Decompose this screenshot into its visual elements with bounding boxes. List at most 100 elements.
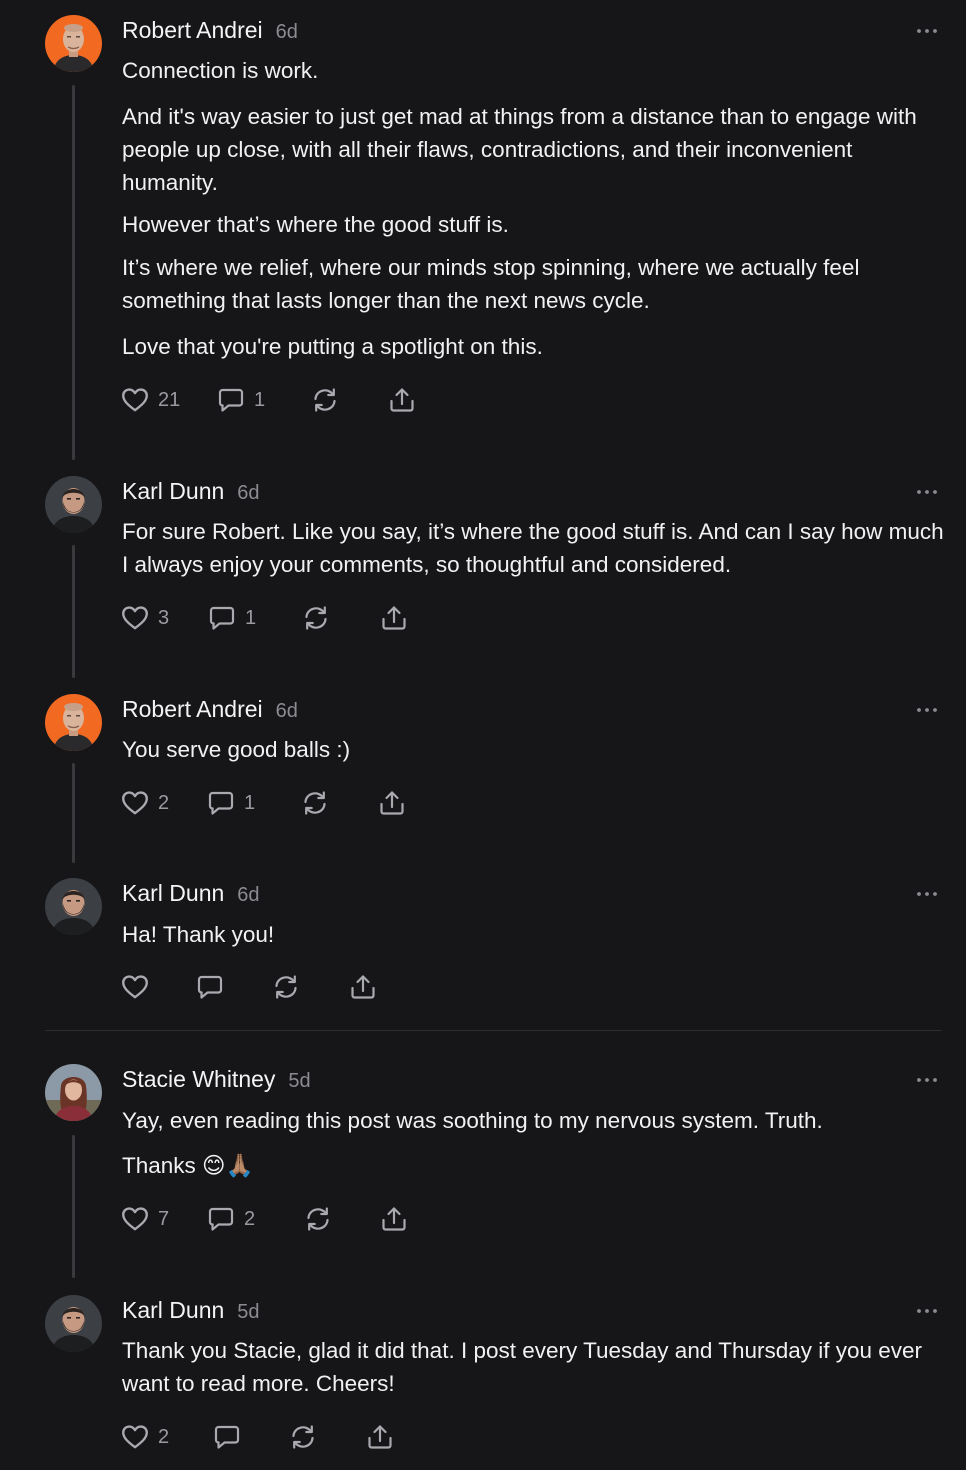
restack-button[interactable] xyxy=(300,786,330,820)
like-button[interactable]: 2 xyxy=(120,1420,169,1454)
thread-line xyxy=(72,545,75,678)
like-button[interactable]: 7 xyxy=(120,1202,169,1236)
heart-icon xyxy=(120,972,150,1002)
heart-icon xyxy=(120,1204,150,1234)
reply-count: 2 xyxy=(244,1207,256,1230)
more-options-ellipsis-icon[interactable] xyxy=(916,1075,938,1085)
comment-paragraph: Yay, even reading this post was soothing… xyxy=(122,1108,823,1133)
heart-icon xyxy=(120,1422,150,1452)
restack-button[interactable] xyxy=(310,383,340,417)
share-button[interactable] xyxy=(365,1420,395,1454)
author-name[interactable]: Karl Dunn xyxy=(122,880,224,906)
comment-paragraph: Love that you're putting a spotlight on … xyxy=(122,334,543,359)
share-upload-icon xyxy=(365,1422,395,1452)
author-name[interactable]: Robert Andrei xyxy=(122,17,263,43)
more-options-ellipsis-icon[interactable] xyxy=(916,1306,938,1316)
comment-header: Stacie Whitney 5d xyxy=(122,1066,311,1093)
like-count: 2 xyxy=(158,791,170,814)
thread-line xyxy=(72,85,75,460)
comment-paragraph: Connection is work. xyxy=(122,58,319,83)
like-button[interactable]: 3 xyxy=(120,601,169,635)
share-upload-icon xyxy=(377,788,407,818)
author-name[interactable]: Karl Dunn xyxy=(122,1297,224,1323)
more-options-ellipsis-icon[interactable] xyxy=(916,487,938,497)
share-upload-icon xyxy=(387,385,417,415)
share-button[interactable] xyxy=(387,383,417,417)
comment-paragraph: However that’s where the good stuff is. xyxy=(122,212,509,237)
speech-bubble-icon xyxy=(206,1204,236,1234)
author-name[interactable]: Karl Dunn xyxy=(122,478,224,504)
like-count: 2 xyxy=(158,1425,170,1448)
comment-paragraph: Ha! Thank you! xyxy=(122,922,275,947)
restack-arrows-icon xyxy=(303,1204,333,1234)
author-name[interactable]: Robert Andrei xyxy=(122,696,263,722)
comment-header: Robert Andrei 6d xyxy=(122,696,298,723)
share-upload-icon xyxy=(348,972,378,1002)
share-button[interactable] xyxy=(377,786,407,820)
like-button[interactable] xyxy=(120,970,150,1004)
restack-arrows-icon xyxy=(300,788,330,818)
like-button[interactable]: 2 xyxy=(120,786,169,820)
more-options-ellipsis-icon[interactable] xyxy=(916,705,938,715)
restack-button[interactable] xyxy=(301,601,331,635)
restack-arrows-icon xyxy=(288,1422,318,1452)
comment-header: Karl Dunn 6d xyxy=(122,880,260,907)
like-button[interactable]: 21 xyxy=(120,383,180,417)
thread-line xyxy=(72,1135,75,1278)
avatar[interactable] xyxy=(45,694,102,751)
like-count: 21 xyxy=(158,388,181,411)
avatar[interactable] xyxy=(45,1064,102,1121)
reply-count: 1 xyxy=(245,606,257,629)
speech-bubble-icon xyxy=(216,385,246,415)
avatar[interactable] xyxy=(45,1295,102,1352)
restack-arrows-icon xyxy=(271,972,301,1002)
restack-button[interactable] xyxy=(271,970,301,1004)
timestamp[interactable]: 6d xyxy=(237,482,259,504)
avatar[interactable] xyxy=(45,15,102,72)
reply-button[interactable] xyxy=(195,970,225,1004)
timestamp[interactable]: 6d xyxy=(276,21,298,43)
reply-button[interactable]: 1 xyxy=(206,786,255,820)
thread-divider xyxy=(45,1030,942,1031)
share-button[interactable] xyxy=(348,970,378,1004)
avatar[interactable] xyxy=(45,476,102,533)
reply-count: 1 xyxy=(254,388,266,411)
like-count: 3 xyxy=(158,606,170,629)
timestamp[interactable]: 5d xyxy=(288,1070,310,1092)
speech-bubble-icon xyxy=(212,1422,242,1452)
comment-header: Karl Dunn 6d xyxy=(122,478,260,505)
like-count: 7 xyxy=(158,1207,170,1230)
comment-header: Robert Andrei 6d xyxy=(122,17,298,44)
timestamp[interactable]: 6d xyxy=(276,700,298,722)
speech-bubble-icon xyxy=(195,972,225,1002)
more-options-ellipsis-icon[interactable] xyxy=(916,26,938,36)
thread-line xyxy=(72,763,75,863)
restack-button[interactable] xyxy=(288,1420,318,1454)
share-upload-icon xyxy=(379,1204,409,1234)
comment-paragraph: For sure Robert. Like you say, it’s wher… xyxy=(122,519,944,577)
share-upload-icon xyxy=(379,603,409,633)
restack-arrows-icon xyxy=(310,385,340,415)
comment-paragraph: You serve good balls :) xyxy=(122,737,351,762)
reply-button[interactable]: 1 xyxy=(216,383,265,417)
more-options-ellipsis-icon[interactable] xyxy=(916,889,938,899)
timestamp[interactable]: 5d xyxy=(237,1301,259,1323)
reply-button[interactable]: 1 xyxy=(207,601,256,635)
comment-paragraph: It’s where we relief, where our minds st… xyxy=(122,255,860,313)
speech-bubble-icon xyxy=(207,603,237,633)
comment-paragraph: Thank you Stacie, glad it did that. I po… xyxy=(122,1338,923,1396)
reply-count: 1 xyxy=(244,791,256,814)
restack-arrows-icon xyxy=(301,603,331,633)
comment-paragraph: Thanks 😊🙏🏽 xyxy=(122,1153,254,1178)
reply-button[interactable] xyxy=(212,1420,242,1454)
heart-icon xyxy=(120,603,150,633)
reply-button[interactable]: 2 xyxy=(206,1202,255,1236)
share-button[interactable] xyxy=(379,601,409,635)
share-button[interactable] xyxy=(379,1202,409,1236)
avatar[interactable] xyxy=(45,878,102,935)
heart-icon xyxy=(120,788,150,818)
author-name[interactable]: Stacie Whitney xyxy=(122,1066,275,1092)
comment-header: Karl Dunn 5d xyxy=(122,1297,260,1324)
timestamp[interactable]: 6d xyxy=(237,884,259,906)
restack-button[interactable] xyxy=(303,1202,333,1236)
